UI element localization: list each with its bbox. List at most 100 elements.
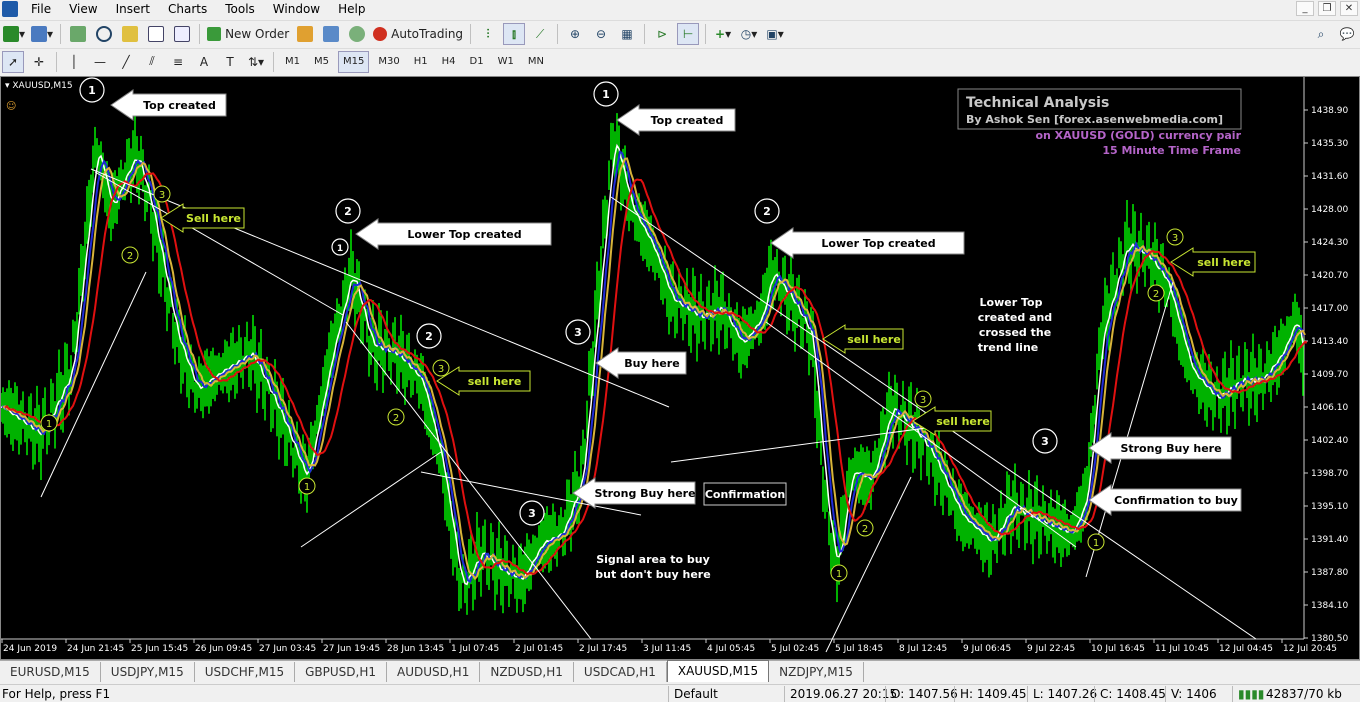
signals-icon <box>323 26 340 42</box>
time-tick-label: 5 Jul 02:45 <box>771 644 819 654</box>
time-tick-label: 24 Jun 21:45 <box>67 644 124 654</box>
zoom-in-button[interactable]: ⊕ <box>564 23 586 45</box>
tab-usdcad[interactable]: USDCAD,H1 <box>574 662 667 682</box>
tf-mn[interactable]: MN <box>523 51 549 73</box>
signal-area-label: Signal area to buy <box>596 553 710 566</box>
line-chart-button[interactable]: ⟋ <box>529 23 551 45</box>
restore-button[interactable]: ❐ <box>1318 1 1336 16</box>
time-tick-label: 8 Jul 12:45 <box>899 644 947 654</box>
tf-m15[interactable]: M15 <box>338 50 370 73</box>
auto-scroll-button[interactable]: ⊳ <box>651 23 673 45</box>
trend-line <box>90 168 670 408</box>
tab-usdchf[interactable]: USDCHF,M15 <box>195 662 296 682</box>
price-chart[interactable]: 1438.90 1435.30 1431.60 1428.00 1424.30 1420.… <box>1 77 1359 659</box>
arrows-tool[interactable]: ⇅ ▾ <box>245 51 267 73</box>
search-button[interactable]: ⌕ <box>1310 23 1332 45</box>
tf-m5[interactable]: M5 <box>309 51 334 73</box>
text-label-tool[interactable]: T <box>219 51 241 73</box>
trend-line <box>765 321 1077 548</box>
menu-view[interactable]: View <box>60 0 106 18</box>
tab-gbpusd[interactable]: GBPUSD,H1 <box>295 662 387 682</box>
price-tick-label: 1431.60 <box>1311 172 1348 182</box>
chat-button[interactable]: 💬 <box>1336 23 1358 45</box>
tf-m30[interactable]: M30 <box>373 51 404 73</box>
new-chart-button[interactable]: ▾ <box>2 23 26 45</box>
tab-eurusd[interactable]: EURUSD,M15 <box>0 662 101 682</box>
tf-m1[interactable]: M1 <box>280 51 305 73</box>
autotrading-button[interactable]: AutoTrading <box>372 23 464 45</box>
time-tick-label: 12 Jul 04:45 <box>1219 644 1273 654</box>
close-button[interactable]: ✕ <box>1340 1 1358 16</box>
channel-icon: ⫽ <box>149 54 155 68</box>
tf-d1[interactable]: D1 <box>465 51 489 73</box>
strategy-tester-button[interactable] <box>171 23 193 45</box>
chart-window[interactable]: 1438.90 1435.30 1431.60 1428.00 1424.30 1420.… <box>0 76 1360 660</box>
price-tick-label: 1438.90 <box>1311 106 1348 116</box>
tf-h1[interactable]: H1 <box>409 51 433 73</box>
data-window-button[interactable] <box>93 23 115 45</box>
app-icon <box>2 1 18 17</box>
chart-tabs: EURUSD,M15 USDJPY,M15 USDCHF,M15 GBPUSD,… <box>0 660 1360 682</box>
strong-buy-callout: Strong Buy here <box>1120 442 1221 455</box>
menu-file[interactable]: File <box>22 0 60 18</box>
bar-chart-button[interactable]: ⫶ <box>477 23 499 45</box>
line-chart-icon: ⟋ <box>535 26 545 41</box>
tab-audusd[interactable]: AUDUSD,H1 <box>387 662 481 682</box>
fibonacci-tool[interactable]: ≡ <box>167 51 189 73</box>
zoom-out-button[interactable]: ⊖ <box>590 23 612 45</box>
periods-button[interactable]: ◷ ▾ <box>738 23 760 45</box>
navigator-button[interactable] <box>119 23 141 45</box>
status-high: H: 1409.45 <box>960 687 1027 701</box>
indicators-button[interactable]: + ▾ <box>712 23 734 45</box>
text-icon: A <box>199 54 209 69</box>
tab-xauusd[interactable]: XAUUSD,M15 <box>666 660 770 682</box>
tab-nzdusd[interactable]: NZDUSD,H1 <box>480 662 574 682</box>
fibonacci-icon: ≡ <box>172 54 184 69</box>
candlestick-button[interactable]: ⫾ <box>503 23 526 45</box>
menu-charts[interactable]: Charts <box>159 0 216 18</box>
status-low: L: 1407.26 <box>1033 687 1098 701</box>
price-tick-label: 1428.00 <box>1311 205 1348 215</box>
price-tick-label: 1435.30 <box>1311 139 1348 149</box>
tile-windows-button[interactable]: ▦ <box>616 23 638 45</box>
price-tick-label: 1395.10 <box>1311 502 1348 512</box>
menu-tools[interactable]: Tools <box>216 0 264 18</box>
sell-here-callout: sell here <box>936 415 990 428</box>
indicators-icon: + <box>715 27 726 41</box>
lower-top-callout: Lower Top created <box>821 237 935 250</box>
step-marker-label: 2 <box>425 330 433 343</box>
tab-nzdjpy[interactable]: NZDJPY,M15 <box>769 662 864 682</box>
horizontal-line-tool[interactable]: — <box>89 51 111 73</box>
terminal-button[interactable] <box>145 23 167 45</box>
menu-help[interactable]: Help <box>329 0 374 18</box>
menu-window[interactable]: Window <box>264 0 329 18</box>
metaeditor-icon <box>297 26 314 42</box>
channel-tool[interactable]: ⫽ <box>141 51 163 73</box>
tab-usdjpy[interactable]: USDJPY,M15 <box>101 662 195 682</box>
templates-button[interactable]: ▣ ▾ <box>764 23 786 45</box>
tf-h4[interactable]: H4 <box>437 51 461 73</box>
tf-w1[interactable]: W1 <box>493 51 519 73</box>
new-order-icon <box>207 27 222 41</box>
search-icon: ⌕ <box>1317 26 1325 41</box>
text-tool[interactable]: A <box>193 51 215 73</box>
step-marker-label: 3 <box>574 326 582 339</box>
new-order-button[interactable]: New Order <box>206 23 290 45</box>
crosshair-tool[interactable]: ✛ <box>28 51 50 73</box>
arrows-icon: ⇅ <box>247 54 259 69</box>
lower-top-callout: Lower Top created <box>407 228 521 241</box>
menu-insert[interactable]: Insert <box>107 0 159 18</box>
market-watch-button[interactable] <box>67 23 89 45</box>
vertical-line-tool[interactable]: │ <box>63 51 85 73</box>
trend-line <box>300 451 442 548</box>
top-created-callout: Top created <box>651 114 724 127</box>
time-tick-label: 27 Jun 19:45 <box>323 644 380 654</box>
chart-shift-button[interactable]: ⊢ <box>677 23 700 45</box>
cursor-tool[interactable]: ➚ <box>2 50 24 73</box>
market-button[interactable] <box>346 23 368 45</box>
trendline-tool[interactable]: ╱ <box>115 51 137 73</box>
metaeditor-button[interactable] <box>294 23 316 45</box>
signals-button[interactable] <box>320 23 342 45</box>
profiles-button[interactable]: ▾ <box>30 23 54 45</box>
minimize-button[interactable]: _ <box>1296 1 1314 16</box>
